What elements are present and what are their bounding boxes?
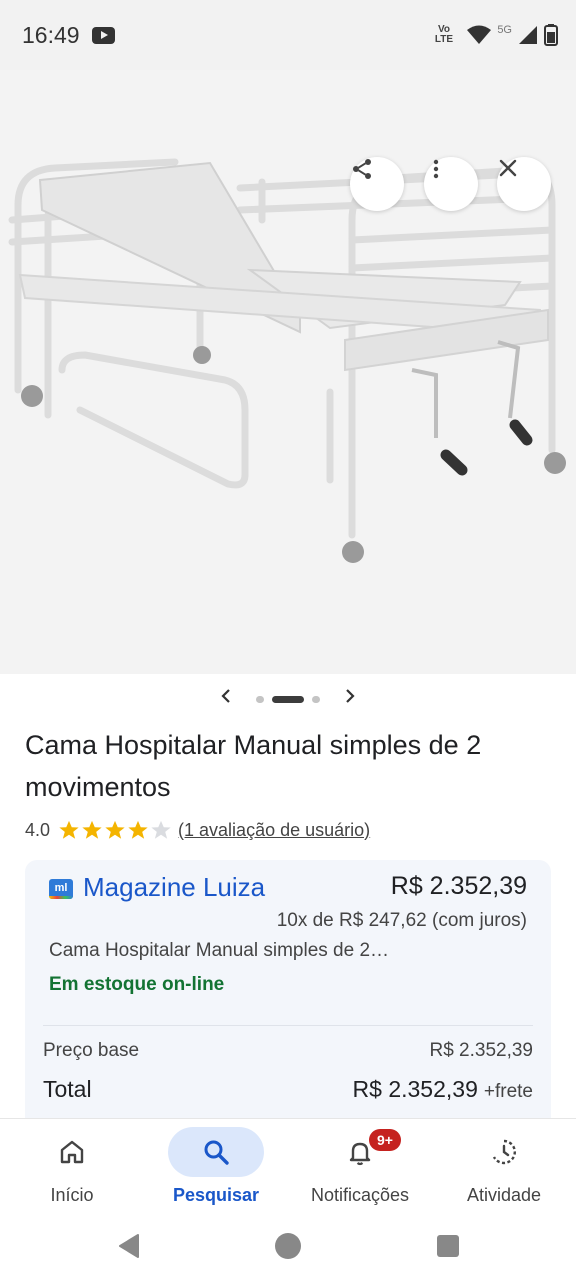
image-carousel-controls [0,680,576,716]
status-bar: 16:49 Vo LTE 5G [0,0,576,70]
nav-item-notificacoes[interactable]: 9+ Notificações [288,1119,432,1215]
recents-square-icon [437,1235,459,1257]
shipping-note: +frete [483,1081,533,1102]
product-title: Cama Hospitalar Manual simples de 2 movi… [25,730,482,802]
chevron-left-icon [221,689,230,703]
stock-status: Em estoque on-line [49,974,225,995]
product-image[interactable] [0,70,576,674]
hospital-bed-illustration [8,158,566,563]
close-button[interactable] [497,157,551,211]
share-icon [353,159,371,179]
rating-row: 4.0 (1 avaliação de usuário) [25,815,370,845]
status-icons: 5G [467,22,558,48]
more-vert-icon [433,159,439,179]
nav-icon-container [24,1127,120,1177]
nav-icon-container [168,1127,264,1177]
rating-stars [58,819,172,841]
nav-label-atividade: Atividade [466,1185,542,1205]
more-options-button[interactable] [424,157,478,211]
nav-label-notificacoes: Notificações [310,1185,410,1205]
offer-description: Cama Hospitalar Manual simples de 2… [49,940,390,961]
back-triangle-icon [119,1234,139,1258]
wifi-icon [467,25,492,44]
seller-logo: ml [49,879,73,899]
carousel-dot[interactable] [312,696,320,703]
nav-label-pesquisar: Pesquisar [172,1185,260,1205]
bottom-navigation: Início Pesquisar 9+ Notificações Ativida… [0,1118,576,1214]
carousel-dot-active[interactable] [272,696,304,703]
home-circle-icon [275,1233,301,1259]
installments: 10x de R$ 247,62 (com juros) [276,910,527,931]
nav-item-pesquisar[interactable]: Pesquisar [144,1119,288,1215]
star-filled-icon [128,820,148,839]
divider [43,1025,533,1026]
volte-indicator: Vo LTE [434,24,454,45]
network-type: 5G [497,24,512,36]
system-navigation-bar [0,1214,576,1280]
carousel-dot[interactable] [256,696,264,703]
search-icon [204,1140,229,1165]
nav-icon-container [456,1127,552,1177]
total-price-value: R$ 2.352,39 [352,1076,478,1102]
system-back-button[interactable] [114,1231,144,1261]
star-filled-icon [59,820,79,839]
base-price-value: R$ 2.352,39 [429,1040,533,1061]
chevron-right-icon [346,689,355,703]
nav-item-inicio[interactable]: Início [0,1119,144,1215]
system-home-button[interactable] [273,1231,303,1261]
rating-score: 4.0 [25,819,51,840]
offer-card[interactable]: ml Magazine Luiza R$ 2.352,39 10x de R$ … [25,860,551,1130]
base-price-label: Preço base [43,1040,140,1061]
total-label: Total [43,1076,92,1102]
nav-item-atividade[interactable]: Atividade [432,1119,576,1215]
youtube-icon [92,27,115,44]
home-icon [60,1140,84,1164]
close-icon [499,159,517,177]
total-row: R$ 2.352,39 +frete [353,1076,533,1103]
seller-name-link[interactable]: Magazine Luiza [83,872,265,903]
carousel-prev-button[interactable] [214,684,238,708]
star-empty-icon [151,820,171,839]
nav-label-inicio: Início [50,1185,94,1205]
carousel-next-button[interactable] [338,684,362,708]
system-recents-button[interactable] [433,1231,463,1261]
signal-icon [519,26,537,44]
notification-badge: 9+ [369,1129,401,1151]
rating-reviews-link[interactable]: (1 avaliação de usuário) [178,820,370,841]
activity-icon [492,1139,516,1165]
battery-icon [544,24,558,46]
offer-price: R$ 2.352,39 [390,872,527,900]
star-filled-icon [105,820,125,839]
share-button[interactable] [350,157,404,211]
status-time: 16:49 [22,22,80,48]
star-filled-icon [82,820,102,839]
